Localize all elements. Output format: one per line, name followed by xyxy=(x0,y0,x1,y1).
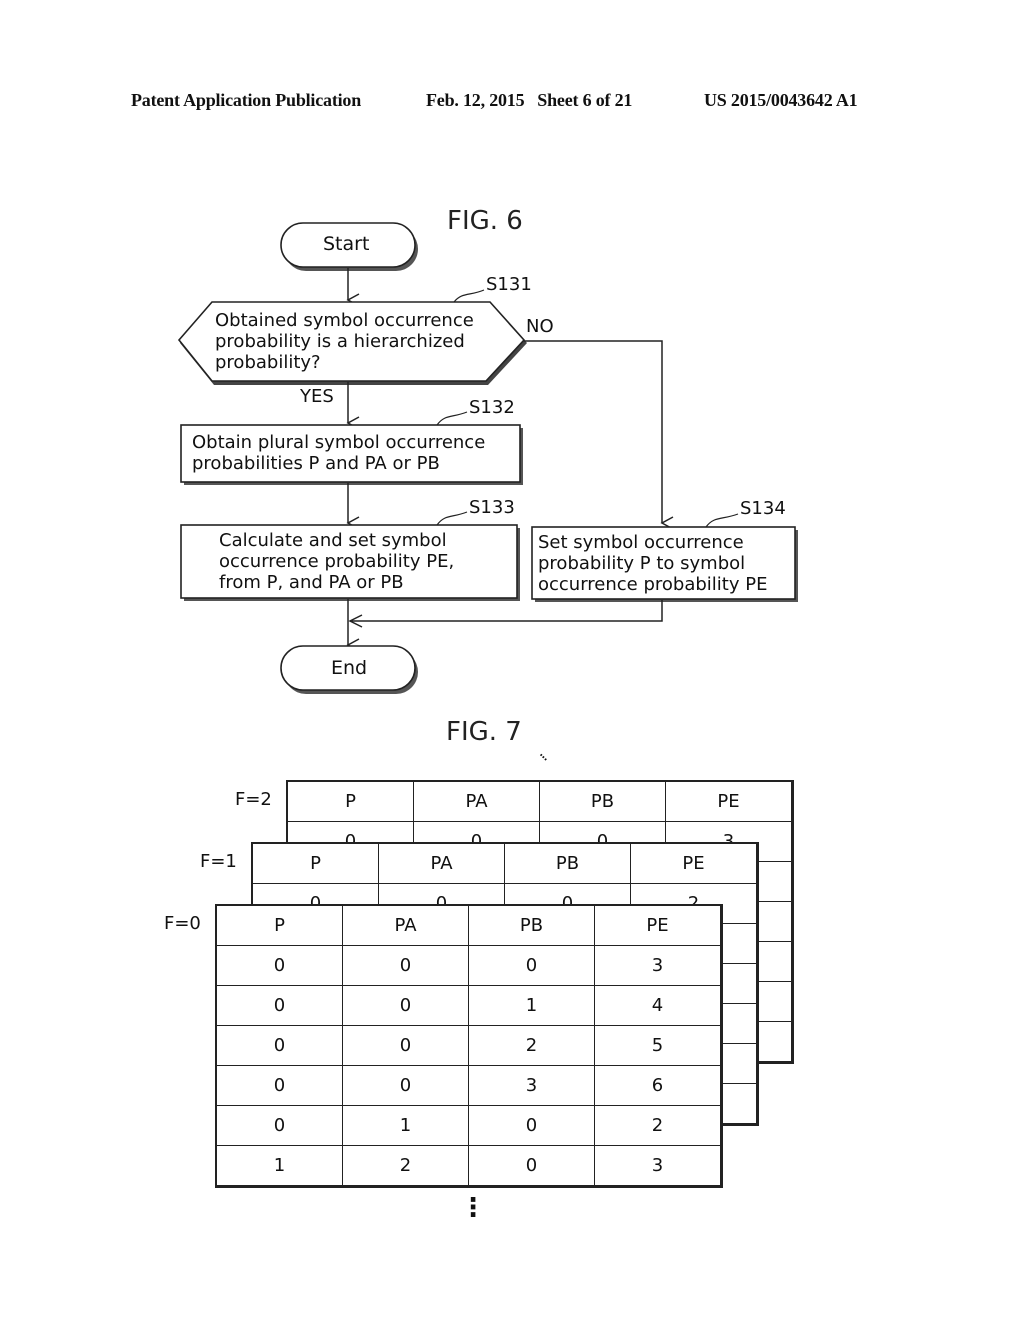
cell: 0 xyxy=(215,1065,343,1106)
table-f0-header: P PA PB PE xyxy=(215,904,722,946)
cell: 0 xyxy=(468,945,595,986)
yes-label: YES xyxy=(300,386,334,407)
s134-text: Set symbol occurrence probability P to s… xyxy=(538,532,768,595)
s132-text: Obtain plural symbol occurrence probabil… xyxy=(192,432,486,474)
leader-s131 xyxy=(453,289,485,303)
cell: 0 xyxy=(215,945,343,986)
fig6-flowchart xyxy=(177,222,798,694)
cell: 1 xyxy=(468,985,595,1026)
cell: 0 xyxy=(342,985,469,1026)
fig7-title: FIG. 7 xyxy=(446,717,522,747)
depth-ellipsis-icon: ··· xyxy=(532,746,553,767)
col-header: PA xyxy=(413,780,540,822)
col-header: PB xyxy=(539,780,666,822)
col-header: P xyxy=(215,904,343,946)
cell: 2 xyxy=(342,1145,469,1187)
cell: 1 xyxy=(215,1145,343,1187)
leader-s132 xyxy=(436,411,468,426)
table-row: 0014 xyxy=(215,985,722,1026)
col-header: PE xyxy=(665,780,793,822)
col-header: PB xyxy=(468,904,595,946)
s133-ref: S133 xyxy=(469,497,515,518)
cell: 0 xyxy=(342,945,469,986)
table-row: 0003 xyxy=(215,945,722,986)
cell: 3 xyxy=(594,1145,722,1187)
cell: 0 xyxy=(342,1025,469,1066)
s131-ref: S131 xyxy=(486,274,532,295)
col-header: PA xyxy=(342,904,469,946)
cell: 6 xyxy=(594,1065,722,1106)
table-f0: P PA PB PE 0003 0014 0025 0036 0102 1203 xyxy=(215,904,723,1188)
cell: 0 xyxy=(342,1065,469,1106)
start-label: Start xyxy=(323,233,370,255)
cell: 3 xyxy=(468,1065,595,1106)
cell: 0 xyxy=(468,1145,595,1187)
cell: 2 xyxy=(594,1105,722,1146)
col-header: PA xyxy=(378,842,505,884)
s131-text: Obtained symbol occurrence probability i… xyxy=(215,310,474,373)
leader-s134 xyxy=(705,513,739,528)
table-row: 0025 xyxy=(215,1025,722,1066)
cell: 4 xyxy=(594,985,722,1026)
cell: 5 xyxy=(594,1025,722,1066)
arrow-s134-merge xyxy=(348,600,663,628)
arrow-no xyxy=(524,340,674,530)
cell: 1 xyxy=(342,1105,469,1146)
end-label: End xyxy=(331,657,368,679)
s133-text: Calculate and set symbol occurrence prob… xyxy=(219,530,455,593)
cell: 0 xyxy=(468,1105,595,1146)
rows-continuation-icon: ⋮ xyxy=(460,1193,486,1223)
cell: 0 xyxy=(215,1025,343,1066)
table-f2-header: P PA PB PE xyxy=(286,780,793,822)
col-header: PB xyxy=(504,842,631,884)
table-f0-label: F=0 xyxy=(164,913,201,934)
leader-s133 xyxy=(436,511,468,526)
table-f1-header: P PA PB PE xyxy=(251,842,758,884)
col-header: P xyxy=(286,780,414,822)
table-row: 0102 xyxy=(215,1105,722,1146)
s132-ref: S132 xyxy=(469,397,515,418)
cell: 0 xyxy=(215,1105,343,1146)
col-header: PE xyxy=(630,842,758,884)
cell: 0 xyxy=(215,985,343,1026)
col-header: P xyxy=(251,842,379,884)
table-row: 0036 xyxy=(215,1065,722,1106)
table-f1-label: F=1 xyxy=(200,851,237,872)
cell: 3 xyxy=(594,945,722,986)
no-label: NO xyxy=(526,316,554,337)
col-header: PE xyxy=(594,904,722,946)
s134-ref: S134 xyxy=(740,498,786,519)
table-f2-label: F=2 xyxy=(235,789,272,810)
cell: 2 xyxy=(468,1025,595,1066)
table-row: 1203 xyxy=(215,1145,722,1187)
